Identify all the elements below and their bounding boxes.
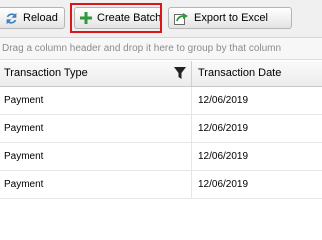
column-header-label: Transaction Date (198, 67, 282, 79)
group-by-drop-area[interactable]: Drag a column header and drop it here to… (0, 38, 322, 60)
filter-icon[interactable] (174, 66, 186, 80)
transaction-type-cell: Payment (4, 123, 44, 134)
refresh-icon (5, 12, 18, 25)
column-header-transaction-type[interactable]: Transaction Type (0, 61, 190, 86)
toolbar: Reload Create Batch Export to Excel (0, 0, 322, 38)
reload-button[interactable]: Reload (0, 7, 65, 29)
plus-icon (80, 12, 92, 24)
transaction-date-cell: 12/06/2019 (191, 115, 322, 142)
column-header-transaction-date[interactable]: Transaction Date (191, 61, 322, 86)
grid-header: Transaction Type Transaction Date (0, 61, 322, 87)
transaction-date-cell: 12/06/2019 (191, 171, 322, 198)
table-row[interactable]: Payment 12/06/2019 (0, 87, 322, 115)
group-by-hint: Drag a column header and drop it here to… (2, 43, 282, 54)
export-to-excel-button[interactable]: Export to Excel (168, 7, 292, 29)
transaction-date-cell: 12/06/2019 (191, 143, 322, 170)
reload-label: Reload (23, 12, 58, 24)
column-header-label: Transaction Type (4, 67, 88, 79)
transaction-date-cell: 12/06/2019 (191, 87, 322, 114)
create-batch-label: Create Batch (97, 12, 162, 24)
create-batch-button[interactable]: Create Batch (74, 7, 162, 29)
transaction-type-cell: Payment (4, 95, 44, 106)
export-icon (174, 12, 189, 25)
table-row[interactable]: Payment 12/06/2019 (0, 115, 322, 143)
table-row[interactable]: Payment 12/06/2019 (0, 143, 322, 171)
transaction-type-cell: Payment (4, 151, 44, 162)
table-row[interactable]: Payment 12/06/2019 (0, 171, 322, 199)
transaction-type-cell: Payment (4, 179, 44, 190)
export-label: Export to Excel (194, 12, 268, 24)
